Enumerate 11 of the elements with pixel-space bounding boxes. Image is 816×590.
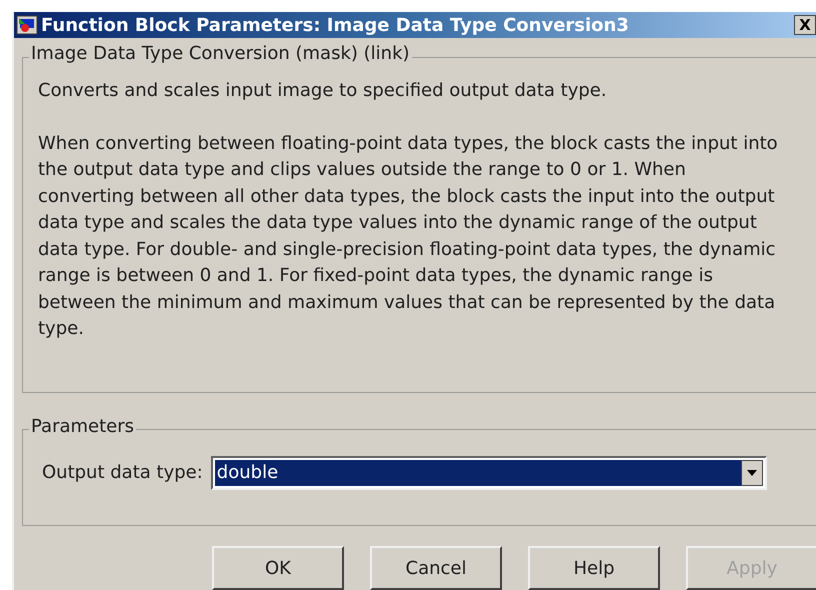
close-button[interactable]: X [794, 15, 816, 35]
dropdown-field[interactable]: double [210, 456, 767, 490]
dialog-button[interactable]: Help [528, 546, 660, 590]
dialog-button[interactable]: Cancel [370, 546, 502, 590]
block-icon [16, 15, 38, 35]
description-text: Converts and scales input image to specified output data type. [38, 79, 608, 103]
dialog-button[interactable]: OK [212, 546, 344, 590]
description-text: When converting between floating-point data types, the block casts the input into the output data type and clips values outside the range to 0 or 1. When converting between all other data types, the block casts the input into the output data type and scales the data type values into the dynamic range of the output data type. For double- and single-precision floating-point data types, the dynamic range is between 0 and 1. For fixed-point data types, the dynamic range is between the minimum and maximum values that can be represented by the data type. [38, 132, 779, 341]
group-legend: Image Data Type Conversion (mask) (link) [29, 45, 412, 63]
window-title: Function Block Parameters: Image Data Type Conversion3 [41, 14, 629, 38]
field-label: Output data type: [42, 461, 203, 486]
